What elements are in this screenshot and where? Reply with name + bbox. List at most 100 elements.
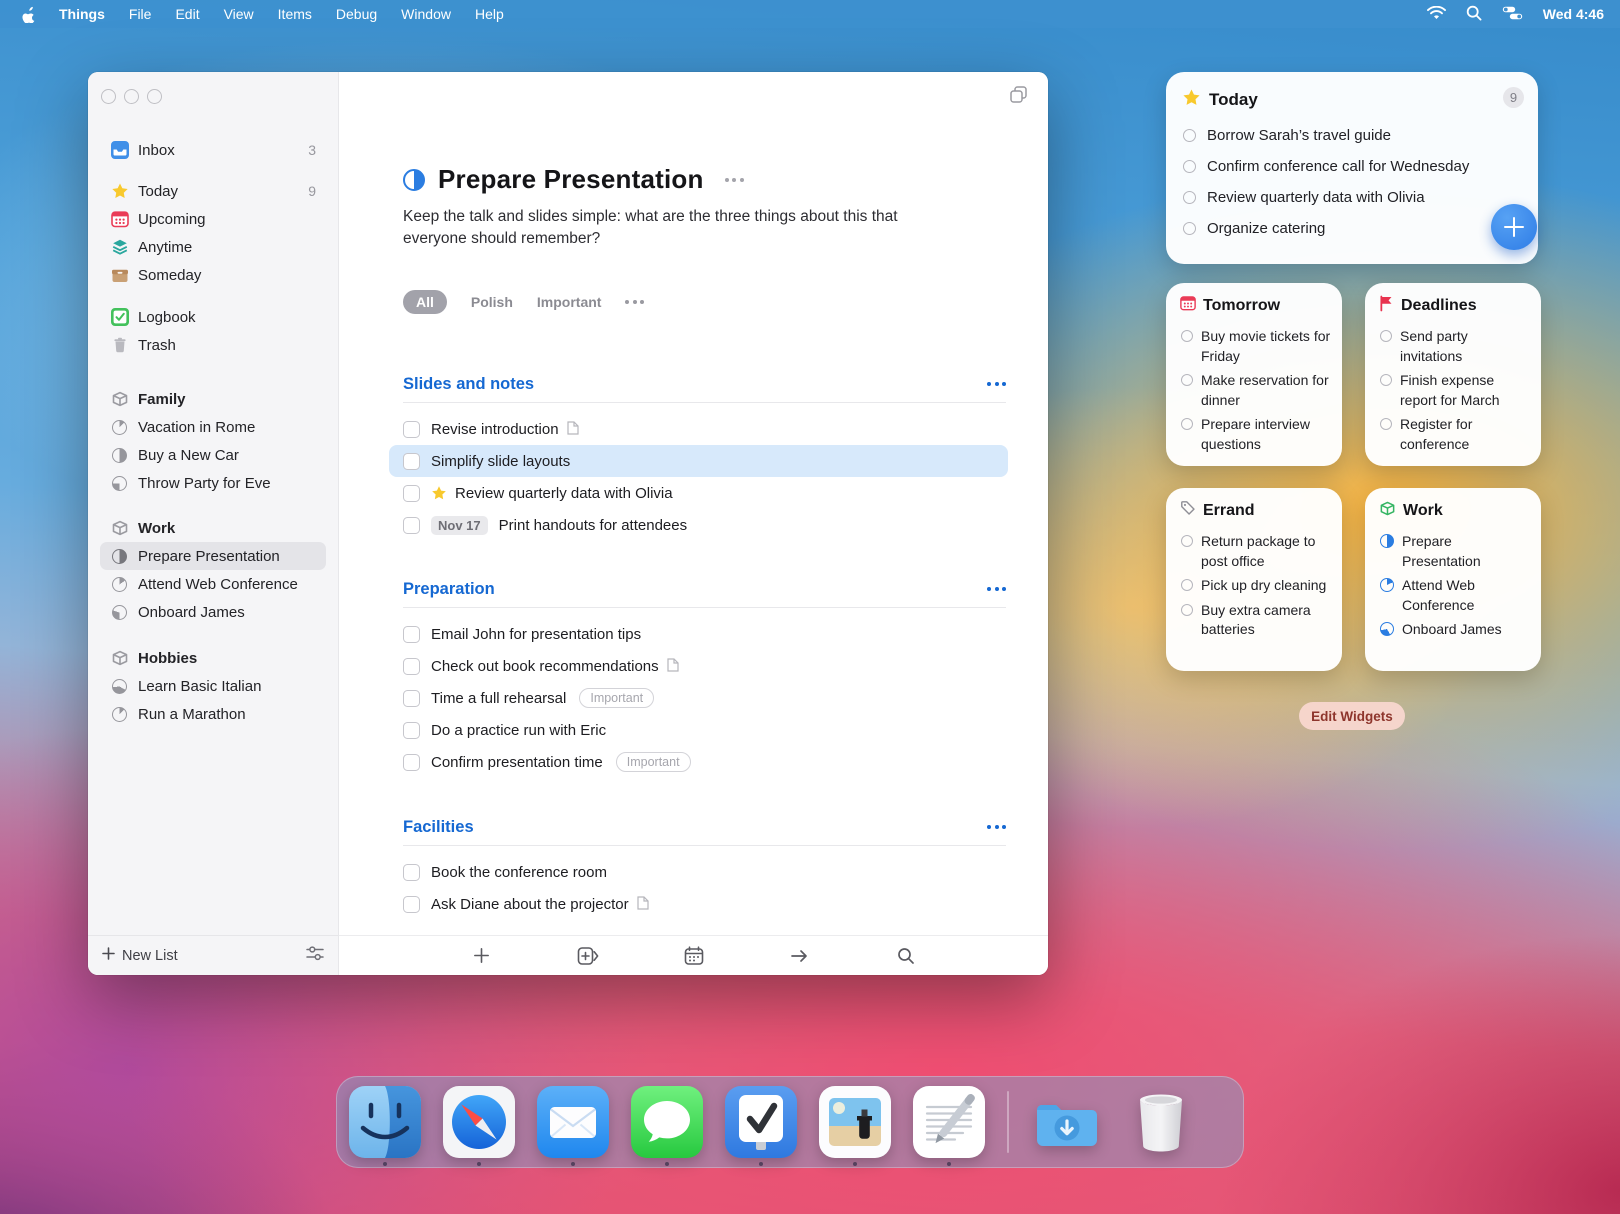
sidebar-item-anytime[interactable]: Anytime [100, 233, 326, 261]
sidebar-item-inbox[interactable]: Inbox 3 [100, 136, 326, 164]
task-row[interactable]: Email John for presentation tips [403, 618, 1006, 650]
menu-view[interactable]: View [212, 0, 266, 28]
widget-task[interactable]: Send party invitations [1380, 327, 1531, 366]
widget-task[interactable]: Return package to post office [1181, 532, 1332, 571]
widget-tomorrow[interactable]: Tomorrow Buy movie tickets for Friday Ma… [1166, 283, 1342, 466]
filter-all[interactable]: All [403, 290, 447, 314]
section-title[interactable]: Preparation [403, 580, 495, 599]
menu-help[interactable]: Help [463, 0, 516, 28]
checkbox[interactable] [1380, 374, 1392, 386]
filter-polish[interactable]: Polish [471, 294, 513, 310]
new-list-button[interactable]: New List [102, 947, 178, 964]
section-more-icon[interactable] [987, 382, 1006, 386]
checkbox[interactable] [1183, 191, 1196, 204]
dock-things-icon[interactable] [725, 1086, 797, 1158]
sidebar-area-hobbies[interactable]: Hobbies [100, 644, 326, 672]
widget-today[interactable]: Today 9 Borrow Sarah’s travel guide Conf… [1166, 72, 1538, 264]
minimize-button[interactable] [124, 89, 139, 104]
checkbox[interactable] [403, 517, 420, 534]
widget-task[interactable]: Review quarterly data with Olivia [1183, 182, 1522, 213]
add-todo-button[interactable] [1491, 204, 1537, 250]
checkbox[interactable] [1183, 222, 1196, 235]
control-center-icon[interactable] [1502, 6, 1523, 23]
quick-entry-icon[interactable] [575, 943, 601, 969]
checkbox[interactable] [403, 453, 420, 470]
checkbox[interactable] [1181, 418, 1193, 430]
checkbox[interactable] [1181, 374, 1193, 386]
sidebar-project-throw-party-for-eve[interactable]: Throw Party for Eve [100, 469, 326, 497]
sidebar-project-run-a-marathon[interactable]: Run a Marathon [100, 700, 326, 728]
dock-finder-icon[interactable] [349, 1086, 421, 1158]
widget-errand[interactable]: Errand Return package to post office Pic… [1166, 488, 1342, 671]
menu-bar-clock[interactable]: Wed 4:46 [1543, 6, 1604, 22]
dock-trash-icon[interactable] [1125, 1086, 1197, 1158]
zoom-button[interactable] [147, 89, 162, 104]
sidebar-project-buy-a-new-car[interactable]: Buy a New Car [100, 441, 326, 469]
sidebar-item-logbook[interactable]: Logbook [100, 303, 326, 331]
widget-project[interactable]: Attend Web Conference [1380, 576, 1531, 615]
sidebar-project-learn-basic-italian[interactable]: Learn Basic Italian [100, 672, 326, 700]
checkbox[interactable] [403, 485, 420, 502]
task-row[interactable]: Book the conference room [403, 856, 1006, 888]
task-row-selected[interactable]: Simplify slide layouts [403, 445, 1006, 477]
menu-window[interactable]: Window [389, 0, 463, 28]
checkbox[interactable] [1380, 330, 1392, 342]
dock-safari-icon[interactable] [443, 1086, 515, 1158]
widget-task[interactable]: Buy extra camera batteries [1181, 601, 1332, 640]
dock-textedit-icon[interactable] [913, 1086, 985, 1158]
new-todo-icon[interactable] [469, 943, 495, 969]
sidebar-project-prepare-presentation[interactable]: Prepare Presentation [100, 542, 326, 570]
dock-mail-icon[interactable] [537, 1086, 609, 1158]
widget-task[interactable]: Buy movie tickets for Friday [1181, 327, 1332, 366]
widget-deadlines[interactable]: Deadlines Send party invitations Finish … [1365, 283, 1541, 466]
task-row[interactable]: Confirm presentation time Important [403, 746, 1006, 778]
dock-preview-icon[interactable] [819, 1086, 891, 1158]
task-row[interactable]: Ask Diane about the projector [403, 888, 1006, 920]
apple-menu-icon[interactable] [14, 6, 47, 23]
checkbox[interactable] [1181, 535, 1193, 547]
checkbox[interactable] [1181, 330, 1193, 342]
duplicate-icon[interactable] [1009, 85, 1028, 109]
sidebar-project-onboard-james[interactable]: Onboard James [100, 598, 326, 626]
menu-edit[interactable]: Edit [163, 0, 211, 28]
close-button[interactable] [101, 89, 116, 104]
search-icon[interactable] [893, 943, 919, 969]
sidebar-area-family[interactable]: Family [100, 385, 326, 413]
menu-debug[interactable]: Debug [324, 0, 389, 28]
calendar-icon[interactable] [681, 943, 707, 969]
checkbox[interactable] [1181, 579, 1193, 591]
sidebar-settings-icon[interactable] [306, 946, 324, 965]
menu-things[interactable]: Things [47, 0, 117, 28]
checkbox[interactable] [403, 421, 420, 438]
widget-task[interactable]: Organize catering [1183, 213, 1522, 244]
widget-task[interactable]: Borrow Sarah’s travel guide [1183, 120, 1522, 151]
task-row[interactable]: Do a practice run with Eric [403, 714, 1006, 746]
dock-messages-icon[interactable] [631, 1086, 703, 1158]
checkbox[interactable] [1181, 604, 1193, 616]
section-more-icon[interactable] [987, 587, 1006, 591]
checkbox[interactable] [403, 754, 420, 771]
project-notes[interactable]: Keep the talk and slides simple: what ar… [403, 206, 951, 249]
sidebar-item-someday[interactable]: Someday [100, 261, 326, 289]
widget-task[interactable]: Prepare interview questions [1181, 415, 1332, 454]
menu-file[interactable]: File [117, 0, 164, 28]
more-filters-icon[interactable] [625, 300, 644, 304]
sidebar-area-work[interactable]: Work [100, 514, 326, 542]
edit-widgets-button[interactable]: Edit Widgets [1299, 702, 1405, 730]
sidebar-project-vacation-in-rome[interactable]: Vacation in Rome [100, 413, 326, 441]
sidebar-item-upcoming[interactable]: Upcoming [100, 205, 326, 233]
wifi-icon[interactable] [1427, 6, 1446, 23]
move-arrow-icon[interactable] [787, 943, 813, 969]
section-title[interactable]: Facilities [403, 818, 474, 837]
checkbox[interactable] [403, 864, 420, 881]
filter-important[interactable]: Important [537, 294, 602, 310]
widget-project[interactable]: Prepare Presentation [1380, 532, 1531, 571]
widget-task[interactable]: Finish expense report for March [1380, 371, 1531, 410]
sidebar-item-trash[interactable]: Trash [100, 331, 326, 359]
task-row[interactable]: Nov 17 Print handouts for attendees [403, 509, 1006, 541]
checkbox[interactable] [403, 690, 420, 707]
widget-project[interactable]: Onboard James [1380, 620, 1531, 640]
widget-task[interactable]: Register for conference [1380, 415, 1531, 454]
checkbox[interactable] [403, 896, 420, 913]
checkbox[interactable] [1183, 160, 1196, 173]
